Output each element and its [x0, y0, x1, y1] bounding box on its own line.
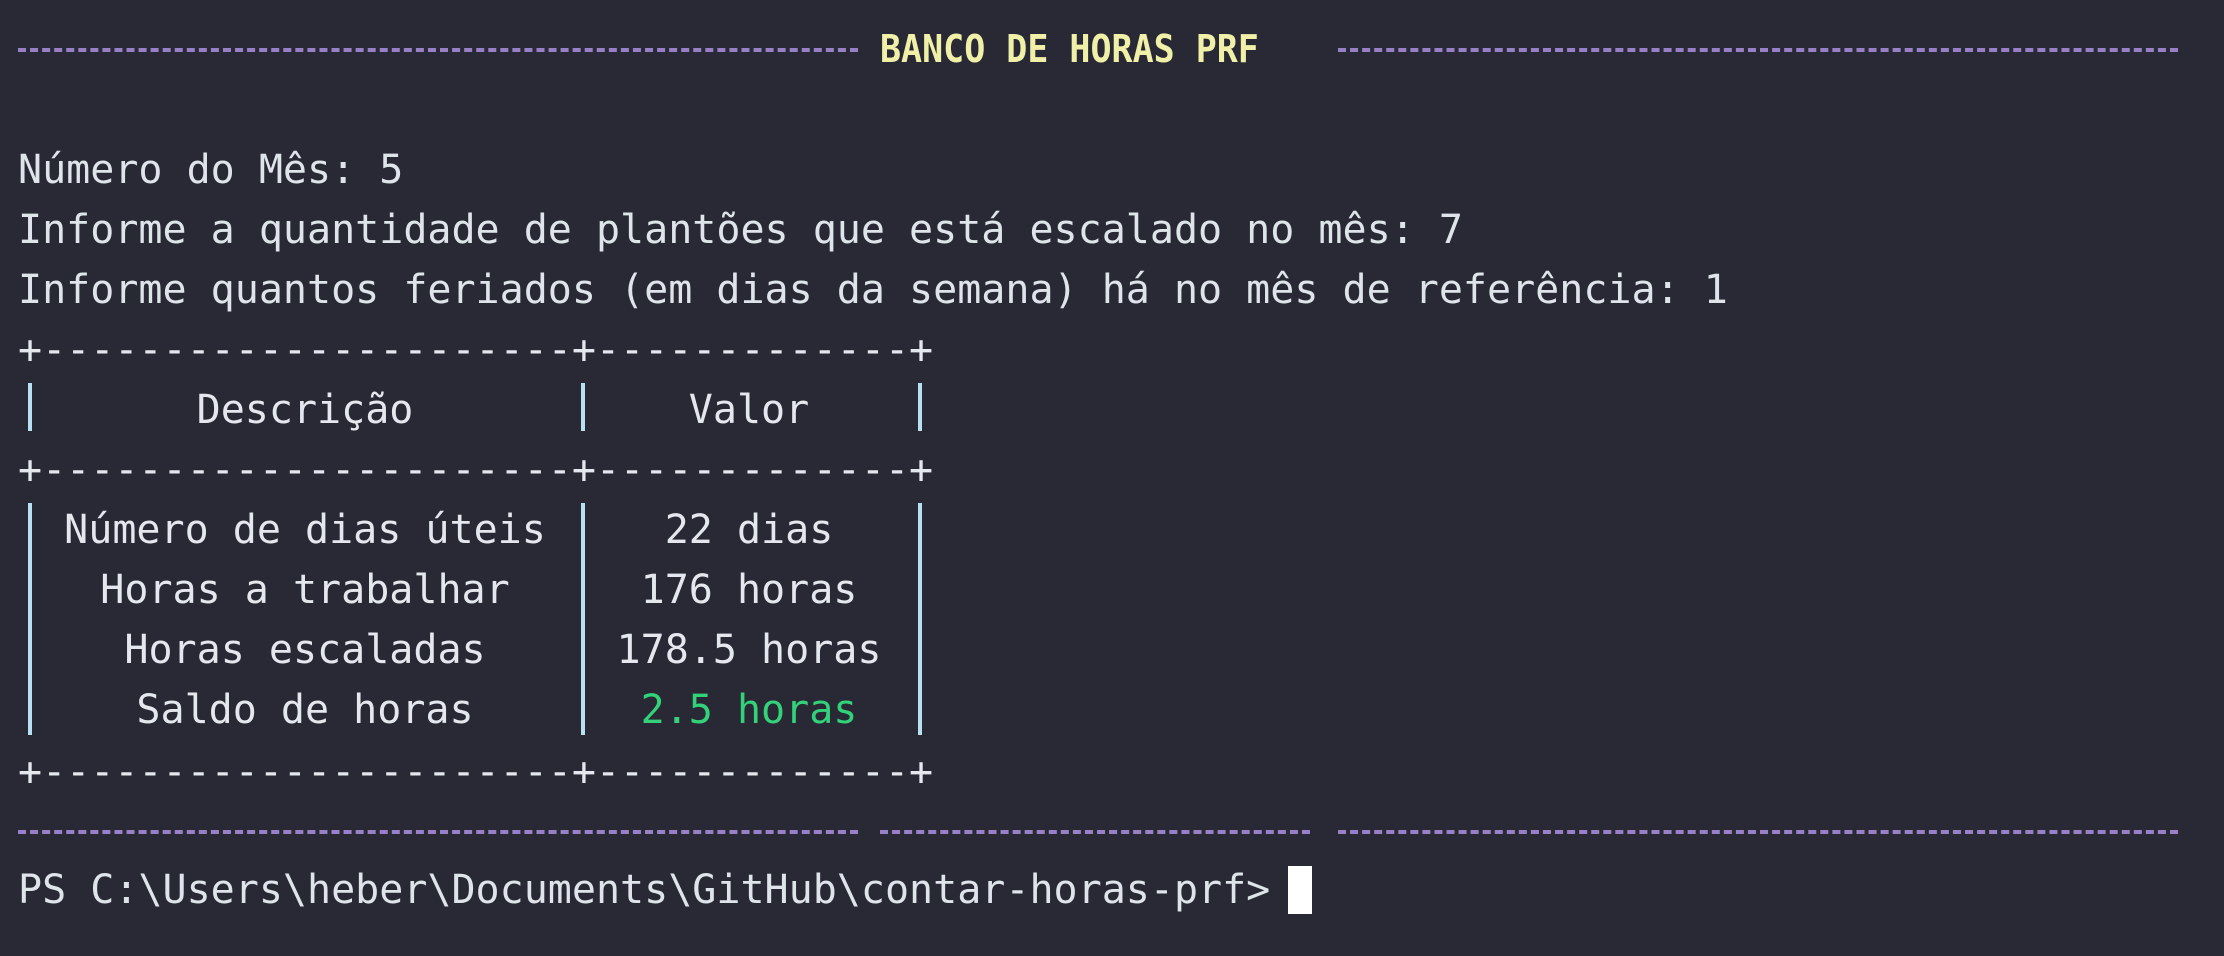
- table-row-3-value: 178.5 horas: [616, 627, 882, 673]
- balance-value: 2.5 horas: [640, 687, 858, 733]
- table-vbar-left-header: [28, 383, 32, 431]
- table-row-1-value: 22 dias: [664, 507, 834, 553]
- holidays-input-line: Informe quantos feriados (em dias da sem…: [18, 267, 1728, 313]
- table-vbar-middle-body: [581, 503, 585, 735]
- table-border-header-bottom: +----------------------+-------------+: [18, 447, 934, 493]
- text-cursor: [1288, 866, 1312, 914]
- month-input-line: Número do Mês: 5: [18, 147, 404, 193]
- table-row-3-label: Horas escaladas: [124, 627, 486, 673]
- table-row-2-value: 176 horas: [640, 567, 858, 613]
- footer-rule-left: [18, 830, 858, 834]
- banner-rule-right: [1338, 48, 2178, 52]
- terminal-window[interactable]: BANCO DE HORAS PRF Número do Mês: 5 Info…: [0, 0, 2224, 956]
- footer-rule-middle: [880, 830, 1310, 834]
- table-border-bottom: +----------------------+-------------+: [18, 749, 934, 795]
- table-vbar-right-header: [918, 383, 922, 431]
- table-vbar-right-body: [918, 503, 922, 735]
- banner-title: BANCO DE HORAS PRF: [880, 27, 1259, 71]
- table-header-value: Valor: [688, 387, 810, 433]
- table-row-4-label: Saldo de horas: [136, 687, 474, 733]
- shifts-input-line: Informe a quantidade de plantões que est…: [18, 207, 1463, 253]
- table-row-2-label: Horas a trabalhar: [100, 567, 510, 613]
- table-vbar-left-body: [28, 503, 32, 735]
- powershell-prompt[interactable]: PS C:\Users\heber\Documents\GitHub\conta…: [18, 870, 1270, 910]
- footer-rule-right: [1338, 830, 2178, 834]
- table-row-1-label: Número de dias úteis: [64, 507, 546, 553]
- banner-rule-left: [18, 48, 858, 52]
- table-header-description: Descrição: [196, 387, 414, 433]
- table-border-top: +----------------------+-------------+: [18, 327, 934, 373]
- table-vbar-middle-header: [581, 383, 585, 431]
